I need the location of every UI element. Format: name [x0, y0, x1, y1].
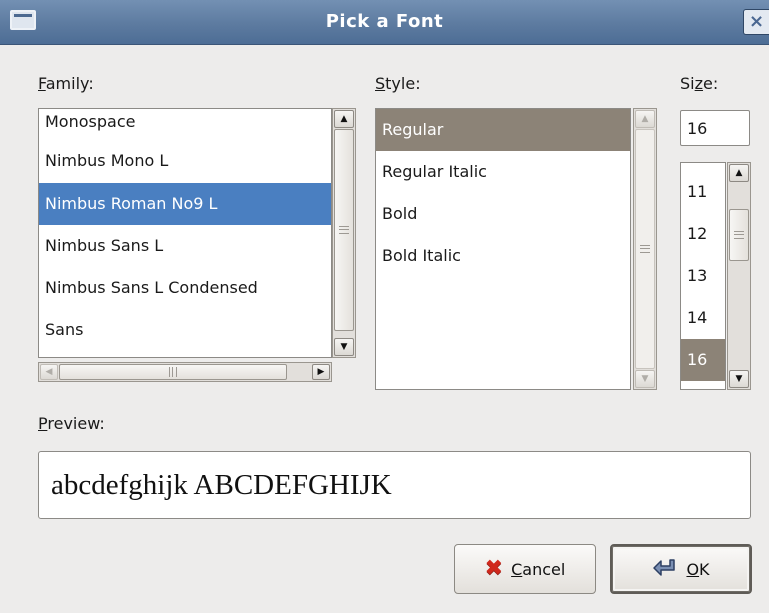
style-item-regular-italic[interactable]: Regular Italic: [376, 151, 630, 193]
size-label: Size:: [680, 74, 719, 93]
title-bar: Pick a Font ×: [0, 0, 769, 45]
size-entry[interactable]: [680, 110, 750, 146]
grip-icon: [640, 245, 650, 253]
family-scroll-left-icon[interactable]: ◀: [40, 364, 58, 380]
size-scroll-thumb[interactable]: [729, 209, 749, 261]
size-item-16[interactable]: 16: [681, 339, 725, 381]
preview-label: Preview:: [38, 414, 105, 433]
style-scroll-down-icon[interactable]: ▼: [635, 370, 655, 388]
size-list[interactable]: 11 12 13 14 16: [680, 162, 726, 390]
grip-icon: [169, 367, 177, 377]
size-item-13[interactable]: 13: [681, 255, 725, 297]
family-scroll-thumb[interactable]: [334, 129, 354, 331]
style-list[interactable]: Regular Regular Italic Bold Bold Italic: [375, 108, 631, 390]
cancel-icon: ✖: [484, 556, 504, 581]
size-scroll-down-icon[interactable]: ▼: [729, 370, 749, 388]
ok-button[interactable]: OK: [610, 544, 752, 594]
style-item-bold-italic[interactable]: Bold Italic: [376, 235, 630, 277]
size-item-11[interactable]: 11: [681, 171, 725, 213]
style-item-bold[interactable]: Bold: [376, 193, 630, 235]
preview-text[interactable]: abcdefghijk ABCDEFGHIJK: [38, 451, 751, 519]
family-item-monospace[interactable]: Monospace: [39, 109, 331, 141]
grip-icon: [734, 231, 744, 239]
family-item-nimbus-roman-no9-l[interactable]: Nimbus Roman No9 L: [39, 183, 331, 225]
family-list[interactable]: Monospace Nimbus Mono L Nimbus Roman No9…: [38, 108, 332, 358]
family-item-sans[interactable]: Sans: [39, 309, 331, 351]
style-item-regular[interactable]: Regular: [376, 109, 630, 151]
size-item-14[interactable]: 14: [681, 297, 725, 339]
family-vertical-scrollbar[interactable]: ▲ ▼: [332, 108, 356, 358]
family-item-nimbus-sans-l-condensed[interactable]: Nimbus Sans L Condensed: [39, 267, 331, 309]
family-label: Family:: [38, 74, 94, 93]
family-horizontal-scrollbar[interactable]: ◀ ▶: [38, 362, 332, 382]
style-vertical-scrollbar[interactable]: ▲ ▼: [633, 108, 657, 390]
family-item-nimbus-sans-l[interactable]: Nimbus Sans L: [39, 225, 331, 267]
size-item-12[interactable]: 12: [681, 213, 725, 255]
cancel-button[interactable]: ✖ Cancel: [454, 544, 596, 594]
family-scroll-down-icon[interactable]: ▼: [334, 338, 354, 356]
grip-icon: [339, 226, 349, 234]
family-scroll-up-icon[interactable]: ▲: [334, 110, 354, 128]
family-hscroll-thumb[interactable]: [59, 364, 287, 380]
ok-button-label: OK: [686, 559, 710, 579]
style-scroll-thumb[interactable]: [635, 129, 655, 369]
enter-arrow-icon: [652, 558, 678, 580]
size-scroll-up-icon[interactable]: ▲: [729, 164, 749, 182]
style-scroll-up-icon[interactable]: ▲: [635, 110, 655, 128]
family-scroll-right-icon[interactable]: ▶: [312, 364, 330, 380]
family-item-nimbus-mono-l[interactable]: Nimbus Mono L: [39, 141, 331, 181]
cancel-button-label: Cancel: [511, 559, 566, 579]
dialog-title: Pick a Font: [325, 11, 444, 32]
font-dialog: Pick a Font × Family: Monospace Nimbus M…: [0, 0, 769, 613]
style-label: Style:: [375, 74, 421, 93]
size-vertical-scrollbar[interactable]: ▲ ▼: [727, 162, 751, 390]
close-icon[interactable]: ×: [743, 9, 769, 35]
